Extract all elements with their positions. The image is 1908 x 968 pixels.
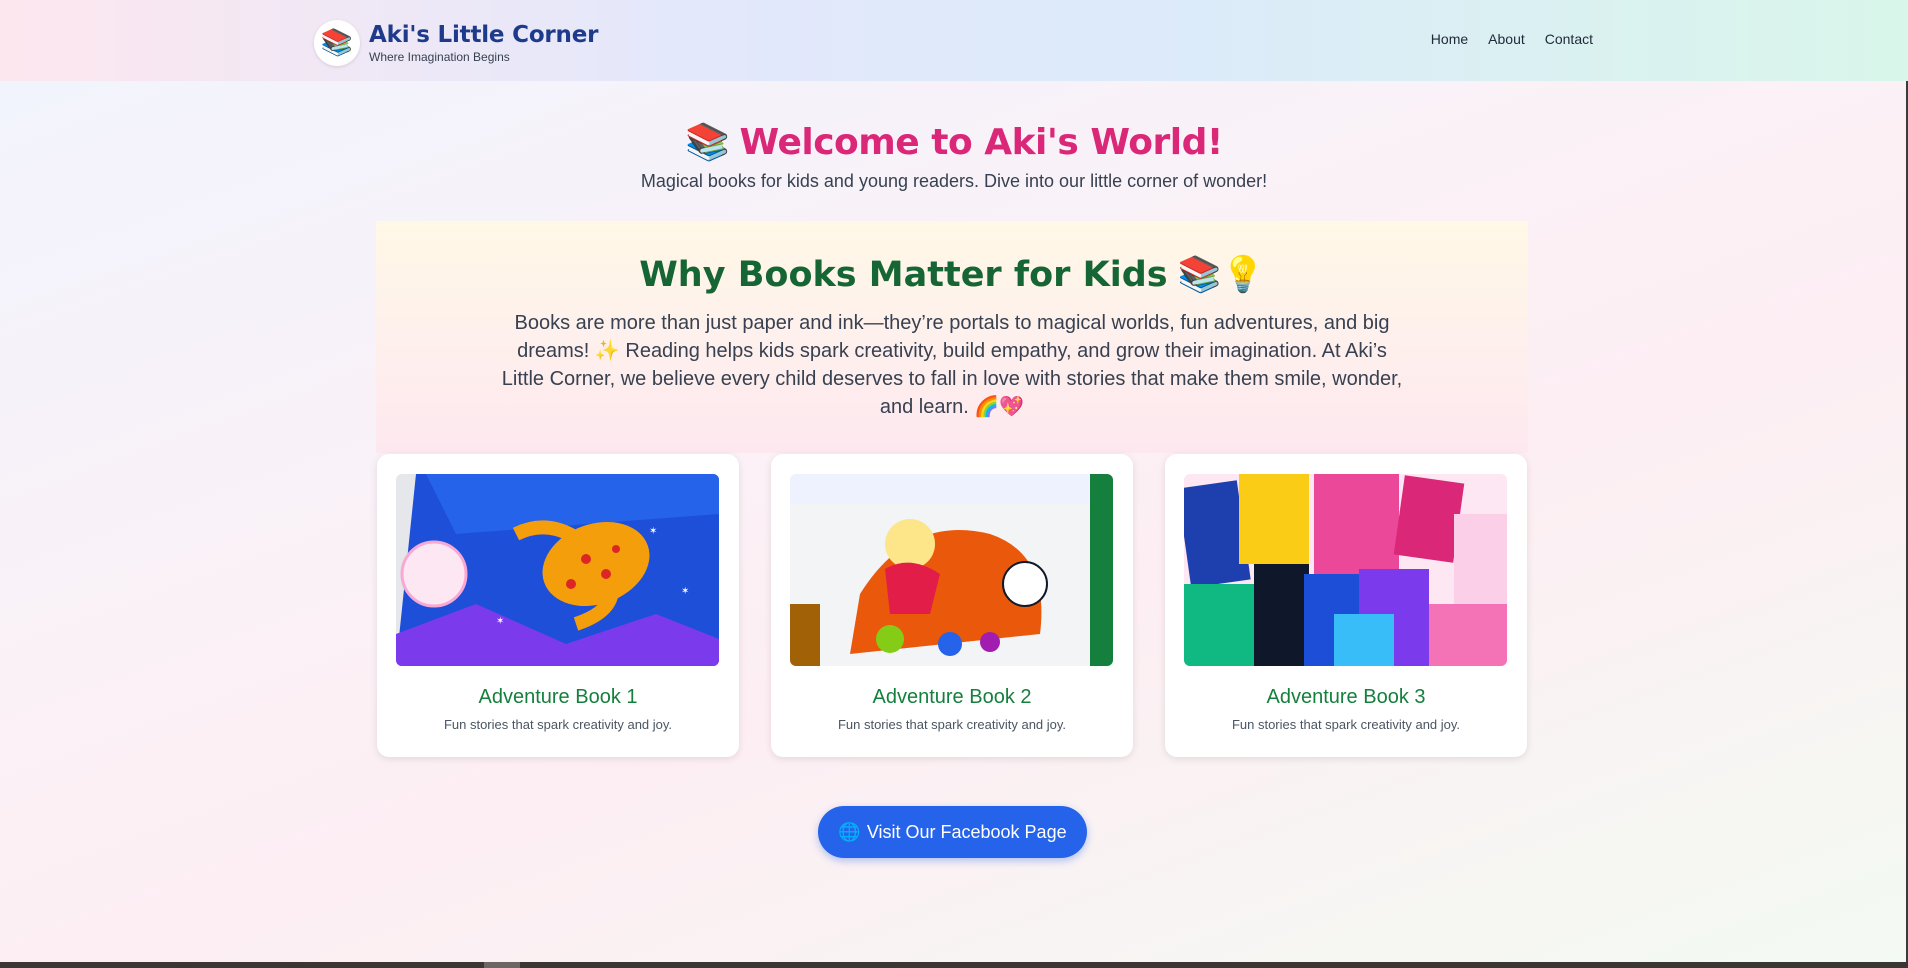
card-description: Fun stories that spark creativity and jo… <box>837 717 1067 732</box>
why-body: Books are more than just paper and ink—t… <box>501 312 1403 418</box>
book-cover-image <box>790 474 1113 666</box>
svg-text:✶: ✶ <box>496 616 504 627</box>
book-cover-image <box>1184 474 1507 666</box>
books-lightbulb-icon: 📚💡 <box>1177 255 1265 295</box>
hero-section: 📚 Welcome to Aki's World! Magical books … <box>0 121 1908 192</box>
book-cover-image: ✶ ✶ ✶ <box>396 474 719 666</box>
svg-text:✶: ✶ <box>681 586 689 597</box>
book-cards: ✶ ✶ ✶ Adventure Book 1 Fun stories that … <box>377 454 1527 757</box>
nav-about-link[interactable]: About <box>1488 31 1525 47</box>
facebook-button-label: Visit Our Facebook Page <box>866 821 1067 842</box>
why-title: Why Books Matter for Kids 📚💡 <box>639 254 1265 296</box>
card-description: Fun stories that spark creativity and jo… <box>1231 717 1461 732</box>
facebook-page-button[interactable]: 🌐 Visit Our Facebook Page <box>818 806 1087 858</box>
svg-text:✶: ✶ <box>649 526 657 537</box>
card-title[interactable]: Adventure Book 1 <box>396 686 720 709</box>
books-icon: 📚 <box>685 122 730 163</box>
card-title[interactable]: Adventure Book 2 <box>790 686 1114 709</box>
globe-icon: 🌐 <box>838 821 861 842</box>
why-books-section: Why Books Matter for Kids 📚💡 Books are m… <box>376 221 1528 453</box>
books-icon: 📚 <box>314 20 360 66</box>
card-description: Fun stories that spark creativity and jo… <box>443 717 673 732</box>
nav-contact-link[interactable]: Contact <box>1545 31 1593 47</box>
site-header: 📚 Aki's Little Corner Where Imagination … <box>0 0 1908 81</box>
book-card[interactable]: Adventure Book 2 Fun stories that spark … <box>771 454 1133 757</box>
hero-title-text: Welcome to Aki's World! <box>739 121 1224 163</box>
book-card[interactable]: ✶ ✶ ✶ Adventure Book 1 Fun stories that … <box>377 454 739 757</box>
main-nav: Home About Contact <box>1431 31 1593 47</box>
why-title-text: Why Books Matter for Kids <box>639 254 1168 295</box>
card-title[interactable]: Adventure Book 3 <box>1184 686 1508 709</box>
bottom-strip <box>0 962 1908 968</box>
site-tagline: Where Imagination Begins <box>369 50 510 64</box>
book-card[interactable]: Adventure Book 3 Fun stories that spark … <box>1165 454 1527 757</box>
scroll-nub <box>484 962 520 968</box>
brand[interactable]: 📚 Aki's Little Corner Where Imagination … <box>314 20 598 66</box>
hero-subtitle: Magical books for kids and young readers… <box>640 171 1268 191</box>
site-title[interactable]: Aki's Little Corner <box>369 22 598 49</box>
hero-title: 📚 Welcome to Aki's World! <box>685 121 1224 164</box>
nav-home-link[interactable]: Home <box>1431 31 1468 47</box>
